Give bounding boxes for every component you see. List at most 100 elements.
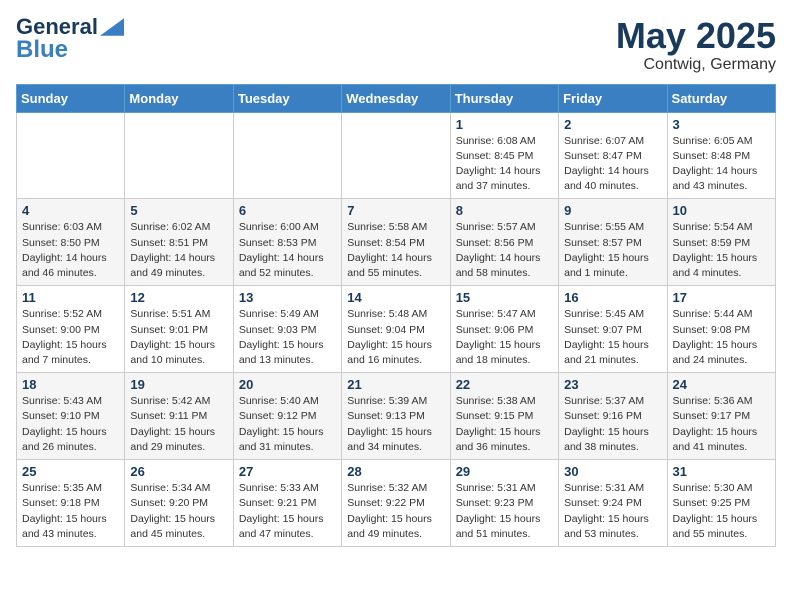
day-number: 14 [347, 290, 444, 305]
day-cell: 26Sunrise: 5:34 AMSunset: 9:20 PMDayligh… [125, 460, 233, 547]
day-number: 29 [456, 464, 553, 479]
week-row-3: 18 Sunrise: 5:43 AMSunset: 9:10 PMDayligh… [17, 373, 776, 460]
day-info: Sunrise: 5:35 AMSunset: 9:18 PMDaylight:… [22, 481, 119, 542]
day-info: Sunrise: 5:44 AMSunset: 9:08 PMDaylight:… [673, 307, 770, 368]
day-number: 25 [22, 464, 119, 479]
day-info: Sunrise: 5:30 AMSunset: 9:25 PMDaylight:… [673, 481, 770, 542]
day-cell [233, 112, 341, 199]
day-cell: 30 Sunrise: 5:31 AMSunset: 9:24 PMDayligh… [559, 460, 667, 547]
day-info: Sunrise: 5:37 AMSunset: 9:16 PMDaylight:… [564, 394, 661, 455]
day-info: Sunrise: 6:00 AMSunset: 8:53 PMDaylight:… [239, 220, 336, 281]
day-number: 26 [130, 464, 227, 479]
day-cell: 7 Sunrise: 5:58 AMSunset: 8:54 PMDaylight… [342, 199, 450, 286]
col-header-monday: Monday [125, 84, 233, 112]
day-number: 9 [564, 203, 661, 218]
day-cell: 12Sunrise: 5:51 AMSunset: 9:01 PMDayligh… [125, 286, 233, 373]
day-number: 7 [347, 203, 444, 218]
day-number: 20 [239, 377, 336, 392]
day-number: 15 [456, 290, 553, 305]
day-info: Sunrise: 5:48 AMSunset: 9:04 PMDaylight:… [347, 307, 444, 368]
day-info: Sunrise: 5:38 AMSunset: 9:15 PMDaylight:… [456, 394, 553, 455]
day-number: 18 [22, 377, 119, 392]
day-info: Sunrise: 5:36 AMSunset: 9:17 PMDaylight:… [673, 394, 770, 455]
col-header-sunday: Sunday [17, 84, 125, 112]
day-number: 11 [22, 290, 119, 305]
day-info: Sunrise: 5:39 AMSunset: 9:13 PMDaylight:… [347, 394, 444, 455]
day-number: 10 [673, 203, 770, 218]
col-header-tuesday: Tuesday [233, 84, 341, 112]
logo-text: General [16, 16, 98, 38]
day-number: 30 [564, 464, 661, 479]
day-info: Sunrise: 5:43 AMSunset: 9:10 PMDaylight:… [22, 394, 119, 455]
day-cell: 5 Sunrise: 6:02 AMSunset: 8:51 PMDaylight… [125, 199, 233, 286]
day-number: 3 [673, 117, 770, 132]
location-title: Contwig, Germany [616, 56, 776, 74]
day-cell: 16 Sunrise: 5:45 AMSunset: 9:07 PMDayligh… [559, 286, 667, 373]
day-cell: 20 Sunrise: 5:40 AMSunset: 9:12 PMDayligh… [233, 373, 341, 460]
day-cell: 6 Sunrise: 6:00 AMSunset: 8:53 PMDaylight… [233, 199, 341, 286]
day-info: Sunrise: 6:03 AMSunset: 8:50 PMDaylight:… [22, 220, 119, 281]
day-number: 21 [347, 377, 444, 392]
day-info: Sunrise: 5:31 AMSunset: 9:23 PMDaylight:… [456, 481, 553, 542]
day-info: Sunrise: 6:05 AMSunset: 8:48 PMDaylight:… [673, 134, 770, 195]
day-cell [125, 112, 233, 199]
month-title: May 2025 [616, 16, 776, 56]
day-info: Sunrise: 5:40 AMSunset: 9:12 PMDaylight:… [239, 394, 336, 455]
day-cell: 28Sunrise: 5:32 AMSunset: 9:22 PMDayligh… [342, 460, 450, 547]
day-info: Sunrise: 5:49 AMSunset: 9:03 PMDaylight:… [239, 307, 336, 368]
day-cell: 15 Sunrise: 5:47 AMSunset: 9:06 PMDayligh… [450, 286, 558, 373]
logo-icon [100, 18, 124, 36]
day-cell: 1 Sunrise: 6:08 AMSunset: 8:45 PMDaylight… [450, 112, 558, 199]
day-cell: 2Sunrise: 6:07 AMSunset: 8:47 PMDaylight… [559, 112, 667, 199]
day-info: Sunrise: 6:07 AMSunset: 8:47 PMDaylight:… [564, 134, 661, 195]
day-info: Sunrise: 5:58 AMSunset: 8:54 PMDaylight:… [347, 220, 444, 281]
page-header: General Blue May 2025 Contwig, Germany [16, 16, 776, 74]
day-cell: 25 Sunrise: 5:35 AMSunset: 9:18 PMDayligh… [17, 460, 125, 547]
day-info: Sunrise: 5:47 AMSunset: 9:06 PMDaylight:… [456, 307, 553, 368]
day-number: 31 [673, 464, 770, 479]
day-number: 24 [673, 377, 770, 392]
logo: General Blue [16, 16, 124, 62]
day-info: Sunrise: 5:55 AMSunset: 8:57 PMDaylight:… [564, 220, 661, 281]
day-cell: 17 Sunrise: 5:44 AMSunset: 9:08 PMDayligh… [667, 286, 775, 373]
day-number: 5 [130, 203, 227, 218]
day-cell: 31 Sunrise: 5:30 AMSunset: 9:25 PMDayligh… [667, 460, 775, 547]
logo-blue-text: Blue [16, 38, 68, 62]
day-cell: 19Sunrise: 5:42 AMSunset: 9:11 PMDayligh… [125, 373, 233, 460]
col-header-friday: Friday [559, 84, 667, 112]
week-row-2: 11 Sunrise: 5:52 AMSunset: 9:00 PMDayligh… [17, 286, 776, 373]
day-cell: 27Sunrise: 5:33 AMSunset: 9:21 PMDayligh… [233, 460, 341, 547]
week-row-4: 25 Sunrise: 5:35 AMSunset: 9:18 PMDayligh… [17, 460, 776, 547]
day-info: Sunrise: 6:02 AMSunset: 8:51 PMDaylight:… [130, 220, 227, 281]
title-block: May 2025 Contwig, Germany [616, 16, 776, 74]
day-number: 6 [239, 203, 336, 218]
day-cell [342, 112, 450, 199]
day-number: 28 [347, 464, 444, 479]
day-info: Sunrise: 5:31 AMSunset: 9:24 PMDaylight:… [564, 481, 661, 542]
day-cell: 4Sunrise: 6:03 AMSunset: 8:50 PMDaylight… [17, 199, 125, 286]
day-cell: 21 Sunrise: 5:39 AMSunset: 9:13 PMDayligh… [342, 373, 450, 460]
day-cell: 11 Sunrise: 5:52 AMSunset: 9:00 PMDayligh… [17, 286, 125, 373]
day-cell: 14 Sunrise: 5:48 AMSunset: 9:04 PMDayligh… [342, 286, 450, 373]
col-header-wednesday: Wednesday [342, 84, 450, 112]
day-number: 16 [564, 290, 661, 305]
day-info: Sunrise: 5:52 AMSunset: 9:00 PMDaylight:… [22, 307, 119, 368]
day-number: 19 [130, 377, 227, 392]
day-info: Sunrise: 6:08 AMSunset: 8:45 PMDaylight:… [456, 134, 553, 195]
header-row: SundayMondayTuesdayWednesdayThursdayFrid… [17, 84, 776, 112]
day-info: Sunrise: 5:45 AMSunset: 9:07 PMDaylight:… [564, 307, 661, 368]
day-number: 17 [673, 290, 770, 305]
day-cell: 22Sunrise: 5:38 AMSunset: 9:15 PMDayligh… [450, 373, 558, 460]
day-number: 27 [239, 464, 336, 479]
day-info: Sunrise: 5:57 AMSunset: 8:56 PMDaylight:… [456, 220, 553, 281]
day-cell: 24 Sunrise: 5:36 AMSunset: 9:17 PMDayligh… [667, 373, 775, 460]
day-cell: 23 Sunrise: 5:37 AMSunset: 9:16 PMDayligh… [559, 373, 667, 460]
day-number: 8 [456, 203, 553, 218]
day-cell [17, 112, 125, 199]
week-row-0: 1 Sunrise: 6:08 AMSunset: 8:45 PMDaylight… [17, 112, 776, 199]
calendar-body: 1 Sunrise: 6:08 AMSunset: 8:45 PMDaylight… [17, 112, 776, 546]
day-number: 23 [564, 377, 661, 392]
day-cell: 18 Sunrise: 5:43 AMSunset: 9:10 PMDayligh… [17, 373, 125, 460]
day-number: 1 [456, 117, 553, 132]
day-number: 13 [239, 290, 336, 305]
